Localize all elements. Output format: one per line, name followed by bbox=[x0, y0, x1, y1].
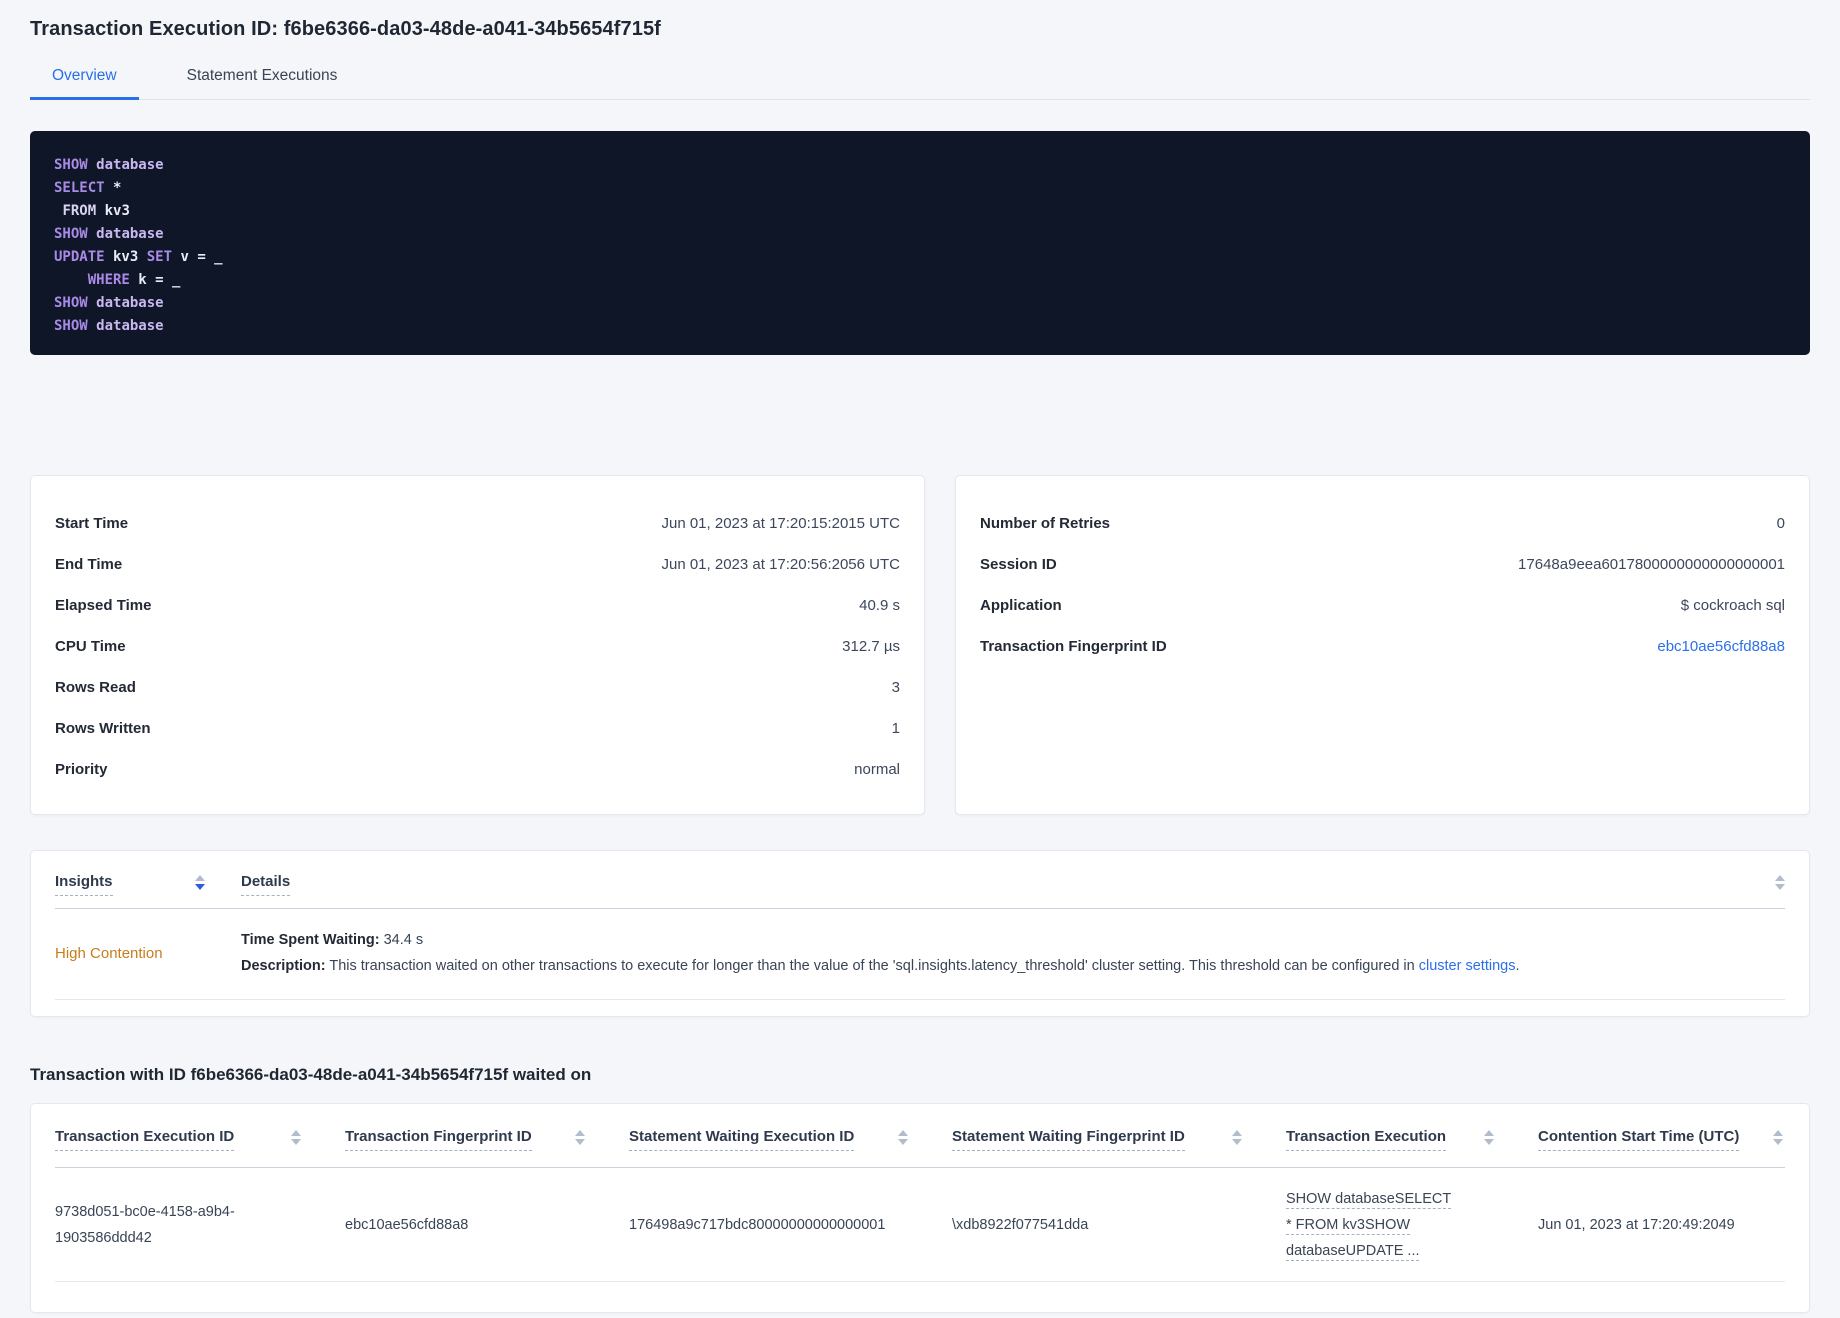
summary-row: Priority normal bbox=[55, 749, 900, 790]
sort-icon[interactable] bbox=[1775, 875, 1785, 890]
cell-transaction-execution-id: 9738d051-bc0e-4158-a9b4-1903586ddd42 bbox=[55, 1199, 345, 1251]
summary-value: 0 bbox=[1776, 515, 1785, 532]
waited-on-table-header: Transaction Execution ID Transaction Fing… bbox=[55, 1104, 1785, 1168]
column-header-label: Statement Waiting Execution ID bbox=[629, 1128, 855, 1151]
time-spent-value: 34.4 s bbox=[379, 932, 424, 948]
column-header-label: Statement Waiting Fingerprint ID bbox=[952, 1128, 1185, 1151]
summary-row: Transaction Fingerprint ID ebc10ae56cfd88… bbox=[980, 626, 1785, 667]
cell-transaction-execution: SHOW databaseSELECT * FROM kv3SHOW datab… bbox=[1286, 1186, 1538, 1264]
insight-details: Time Spent Waiting: 34.4 s Description: … bbox=[241, 927, 1785, 979]
cluster-settings-link[interactable]: cluster settings bbox=[1419, 958, 1516, 974]
summary-label: Number of Retries bbox=[980, 515, 1111, 532]
sql-line: SELECT * bbox=[54, 180, 122, 196]
description-label: Description: bbox=[241, 958, 326, 974]
summary-value: normal bbox=[854, 761, 900, 778]
cell-contention-start-time: Jun 01, 2023 at 17:20:49:2049 bbox=[1538, 1216, 1735, 1233]
sql-line: SHOW database bbox=[54, 226, 164, 242]
transaction-meta-card: Number of Retries 0 Session ID 17648a9eea60… bbox=[955, 475, 1810, 815]
cell-statement-waiting-execution-id: 176498a9c717bdc80000000000000001 bbox=[629, 1216, 886, 1233]
sort-icon[interactable] bbox=[1232, 1130, 1242, 1145]
sort-icon[interactable] bbox=[1773, 1130, 1783, 1145]
summary-value: 1 bbox=[891, 720, 900, 737]
summary-label: End Time bbox=[55, 556, 123, 573]
column-header-statement-waiting-fingerprint-id[interactable]: Statement Waiting Fingerprint ID bbox=[952, 1128, 1286, 1151]
column-header-contention-start-time-utc[interactable]: Contention Start Time (UTC) bbox=[1538, 1128, 1785, 1151]
description-text: This transaction waited on other transac… bbox=[325, 958, 1419, 974]
summary-cards: Start Time Jun 01, 2023 at 17:20:15:2015 … bbox=[30, 475, 1810, 815]
summary-row: Rows Read 3 bbox=[55, 667, 900, 708]
summary-value: 312.7 µs bbox=[842, 638, 900, 655]
time-spent-waiting: Time Spent Waiting: 34.4 s bbox=[241, 927, 1785, 953]
sort-icon[interactable] bbox=[195, 875, 205, 890]
time-spent-label: Time Spent Waiting: bbox=[241, 932, 380, 948]
waited-on-table: Transaction Execution ID Transaction Fing… bbox=[30, 1103, 1810, 1313]
details-column-label: Details bbox=[241, 873, 291, 896]
cell-transaction-fingerprint-id: ebc10ae56cfd88a8 bbox=[345, 1216, 469, 1233]
cell-statement-waiting-fingerprint-id: \xdb8922f077541dda bbox=[952, 1216, 1089, 1233]
summary-label: Start Time bbox=[55, 515, 129, 532]
summary-row: End Time Jun 01, 2023 at 17:20:56:2056 UT… bbox=[55, 544, 900, 585]
summary-row: Application $ cockroach sql bbox=[980, 585, 1785, 626]
table-row: 9738d051-bc0e-4158-a9b4-1903586ddd42 ebc… bbox=[55, 1168, 1785, 1282]
insight-description: Description: This transaction waited on … bbox=[241, 953, 1785, 979]
column-header-transaction-execution-id[interactable]: Transaction Execution ID bbox=[55, 1128, 345, 1151]
sort-icon[interactable] bbox=[291, 1130, 301, 1145]
summary-value: Jun 01, 2023 at 17:20:56:2056 UTC bbox=[661, 556, 900, 573]
summary-value: $ cockroach sql bbox=[1680, 597, 1785, 614]
summary-label: Rows Read bbox=[55, 679, 136, 696]
insights-column-label: Insights bbox=[55, 873, 113, 896]
page-title: Transaction Execution ID: f6be6366-da03-… bbox=[30, 18, 661, 40]
summary-label: Rows Written bbox=[55, 720, 151, 737]
summary-label: Priority bbox=[55, 761, 108, 778]
summary-label: Application bbox=[980, 597, 1062, 614]
transaction-fingerprint-link[interactable]: ebc10ae56cfd88a8 bbox=[1657, 638, 1785, 655]
sql-line: SHOW database bbox=[54, 157, 164, 173]
summary-label: Elapsed Time bbox=[55, 597, 152, 614]
sort-icon[interactable] bbox=[575, 1130, 585, 1145]
transaction-execution-link[interactable]: SHOW databaseSELECT * FROM kv3SHOW datab… bbox=[1286, 1186, 1458, 1264]
column-header-label: Transaction Fingerprint ID bbox=[345, 1128, 532, 1151]
sql-line: UPDATE kv3 SET v = _ bbox=[54, 249, 223, 265]
sql-line: FROM kv3 bbox=[62, 203, 130, 219]
tab-statement-executions[interactable]: Statement Executions bbox=[165, 67, 360, 99]
column-header-details: Details bbox=[241, 873, 1008, 896]
sql-line: SHOW database bbox=[54, 295, 164, 311]
column-header-label: Transaction Execution ID bbox=[55, 1128, 235, 1151]
summary-row: Number of Retries 0 bbox=[980, 503, 1785, 544]
sql-statement-box: SHOW database SELECT * FROM kv3 SHOW datab… bbox=[30, 131, 1810, 355]
column-header-insights[interactable]: Insights bbox=[55, 873, 205, 896]
tab-bar: Overview Statement Executions bbox=[30, 67, 1810, 100]
transaction-summary-card: Start Time Jun 01, 2023 at 17:20:15:2015 … bbox=[30, 475, 925, 815]
summary-label: CPU Time bbox=[55, 638, 126, 655]
column-header-label: Transaction Execution bbox=[1286, 1128, 1447, 1151]
tab-overview[interactable]: Overview bbox=[30, 67, 139, 100]
insight-type-badge: High Contention bbox=[55, 944, 163, 962]
column-header-transaction-fingerprint-id[interactable]: Transaction Fingerprint ID bbox=[345, 1128, 629, 1151]
summary-value: 3 bbox=[891, 679, 900, 696]
summary-value: 40.9 s bbox=[859, 597, 900, 614]
summary-value: Jun 01, 2023 at 17:20:15:2015 UTC bbox=[661, 515, 900, 532]
insights-table-header: Insights Details bbox=[55, 851, 1785, 909]
sql-line: SHOW database bbox=[54, 318, 164, 334]
summary-row: Start Time Jun 01, 2023 at 17:20:15:2015 … bbox=[55, 503, 900, 544]
column-header-transaction-execution[interactable]: Transaction Execution bbox=[1286, 1128, 1538, 1151]
insight-row: High Contention Time Spent Waiting: 34.4… bbox=[55, 909, 1785, 1000]
insights-table: Insights Details High Contention Time Sp… bbox=[30, 850, 1810, 1017]
waited-on-heading: Transaction with ID f6be6366-da03-48de-a… bbox=[30, 1065, 592, 1084]
column-header-statement-waiting-execution-id[interactable]: Statement Waiting Execution ID bbox=[629, 1128, 952, 1151]
sql-line: WHERE k = _ bbox=[87, 272, 181, 288]
sort-icon[interactable] bbox=[1484, 1130, 1494, 1145]
summary-row: CPU Time 312.7 µs bbox=[55, 626, 900, 667]
summary-row: Rows Written 1 bbox=[55, 708, 900, 749]
column-header-label: Contention Start Time (UTC) bbox=[1538, 1128, 1740, 1151]
sort-icon[interactable] bbox=[898, 1130, 908, 1145]
transaction-execution-id-value: 9738d051-bc0e-4158-a9b4-1903586ddd42 bbox=[55, 1203, 235, 1246]
summary-label: Session ID bbox=[980, 556, 1057, 573]
summary-label: Transaction Fingerprint ID bbox=[980, 638, 1167, 655]
description-suffix: . bbox=[1515, 958, 1520, 974]
summary-row: Session ID 17648a9eea60178000000000000000… bbox=[980, 544, 1785, 585]
summary-value: 17648a9eea6017800000000000000001 bbox=[1518, 556, 1785, 573]
summary-row: Elapsed Time 40.9 s bbox=[55, 585, 900, 626]
